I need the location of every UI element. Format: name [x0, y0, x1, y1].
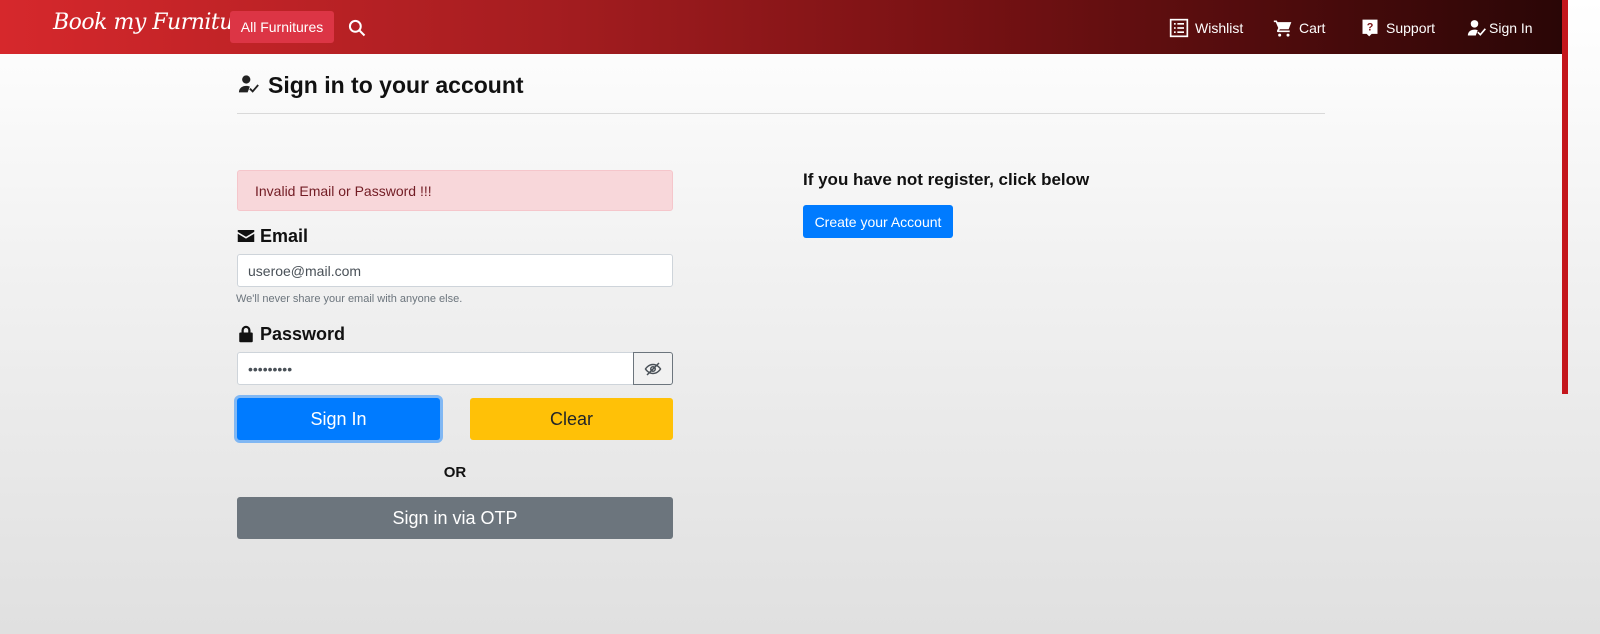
- top-navbar: Book my Furniture All Furnitures Wishlis…: [0, 0, 1562, 54]
- register-heading: If you have not register, click below: [803, 170, 1090, 189]
- sign-in-button[interactable]: Sign In: [237, 398, 440, 440]
- create-account-button[interactable]: Create your Account: [803, 205, 953, 238]
- email-label-text: Email: [260, 225, 309, 246]
- help-icon: ?: [1362, 19, 1378, 37]
- lock-icon: [239, 325, 253, 343]
- cart-icon: [1273, 20, 1292, 37]
- list-icon: [1169, 18, 1189, 38]
- nav-wishlist[interactable]: Wishlist: [1169, 17, 1243, 39]
- sign-in-via-otp-button[interactable]: Sign in via OTP: [237, 497, 673, 539]
- all-furnitures-button[interactable]: All Furnitures: [230, 11, 334, 43]
- nav-cart[interactable]: Cart: [1273, 17, 1325, 39]
- nav-sign-in-label: Sign In: [1489, 20, 1533, 36]
- nav-sign-in[interactable]: Sign In: [1467, 17, 1533, 39]
- envelope-icon: [237, 230, 255, 242]
- password-field[interactable]: [237, 352, 634, 385]
- clear-button[interactable]: Clear: [470, 398, 673, 440]
- toggle-password-visibility-button[interactable]: [633, 352, 673, 385]
- email-field[interactable]: [237, 254, 673, 287]
- nav-cart-label: Cart: [1299, 20, 1326, 36]
- or-divider-text: OR: [443, 464, 467, 481]
- user-check-icon: [238, 75, 259, 93]
- brand-logo[interactable]: Book my Furniture: [53, 10, 256, 35]
- search-icon[interactable]: [347, 18, 367, 38]
- error-alert: Invalid Email or Password !!!: [237, 170, 673, 211]
- password-label: Password: [237, 322, 345, 346]
- heading-divider: [237, 113, 1325, 114]
- page-title: Sign in to your account: [238, 70, 524, 100]
- email-label: Email: [237, 224, 308, 248]
- user-check-icon: [1467, 20, 1486, 36]
- svg-text:?: ?: [1367, 22, 1374, 34]
- page-scrollbar[interactable]: [1562, 0, 1568, 394]
- eye-slash-icon: [644, 361, 662, 376]
- page-title-text: Sign in to your account: [268, 71, 524, 98]
- nav-support[interactable]: ? Support: [1360, 17, 1435, 39]
- password-label-text: Password: [260, 323, 346, 344]
- nav-support-label: Support: [1386, 20, 1436, 36]
- nav-wishlist-label: Wishlist: [1195, 20, 1244, 36]
- email-help-text: We'll never share your email with anyone…: [236, 293, 463, 305]
